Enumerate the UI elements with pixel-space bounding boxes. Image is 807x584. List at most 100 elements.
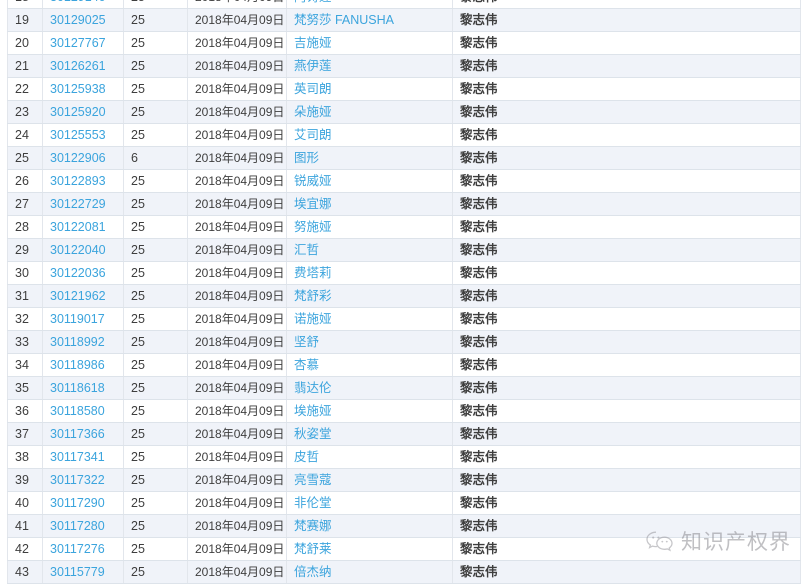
cell-registration-number[interactable]: 30125920	[42, 100, 124, 124]
table-row[interactable]: 34 30118986 25 2018年04月09日 杏慕 黎志伟	[7, 353, 801, 377]
table-row[interactable]: 40 30117290 25 2018年04月09日 非伦堂 黎志伟	[7, 491, 801, 515]
registration-number-link[interactable]: 30127767	[50, 36, 106, 50]
cell-registration-number[interactable]: 30115779	[42, 560, 124, 584]
cell-registration-number[interactable]: 30118580	[42, 399, 124, 423]
table-row[interactable]: 25 30122906 6 2018年04月09日 图形 黎志伟	[7, 146, 801, 170]
registration-number-link[interactable]: 30118992	[50, 335, 105, 349]
registration-number-link[interactable]: 30125920	[50, 105, 106, 119]
cell-trademark-name[interactable]: 吉施娅	[286, 31, 453, 55]
cell-registration-number[interactable]: 30117366	[42, 422, 124, 446]
cell-registration-number[interactable]: 30129025	[42, 8, 124, 32]
cell-registration-number[interactable]: 30125553	[42, 123, 124, 147]
registration-number-link[interactable]: 30117341	[50, 450, 105, 464]
cell-registration-number[interactable]: 30119017	[42, 307, 124, 331]
cell-registration-number[interactable]: 30118618	[42, 376, 124, 400]
cell-trademark-name[interactable]: 阿诗莲	[286, 0, 453, 9]
cell-trademark-name[interactable]: 亮雪蔻	[286, 468, 453, 492]
registration-number-link[interactable]: 30117366	[50, 427, 105, 441]
cell-trademark-name[interactable]: 坚舒	[286, 330, 453, 354]
cell-trademark-name[interactable]: 倍杰纳	[286, 560, 453, 584]
cell-trademark-name[interactable]: 诺施娅	[286, 307, 453, 331]
table-row[interactable]: 32 30119017 25 2018年04月09日 诺施娅 黎志伟	[7, 307, 801, 331]
registration-number-link[interactable]: 30117276	[50, 542, 105, 556]
cell-registration-number[interactable]: 30117341	[42, 445, 124, 469]
cell-registration-number[interactable]: 30118992	[42, 330, 124, 354]
cell-registration-number[interactable]: 30126261	[42, 54, 124, 78]
cell-trademark-name[interactable]: 梵努莎 FANUSHA	[286, 8, 453, 32]
registration-number-link[interactable]: 30125553	[50, 128, 106, 142]
cell-trademark-name[interactable]: 锐威娅	[286, 169, 453, 193]
table-row[interactable]: 41 30117280 25 2018年04月09日 梵赛娜 黎志伟	[7, 514, 801, 538]
cell-trademark-name[interactable]: 埃宜娜	[286, 192, 453, 216]
table-row[interactable]: 22 30125938 25 2018年04月09日 英司朗 黎志伟	[7, 77, 801, 101]
cell-trademark-name[interactable]: 汇哲	[286, 238, 453, 262]
cell-trademark-name[interactable]: 梵舒莱	[286, 537, 453, 561]
cell-registration-number[interactable]: 30121962	[42, 284, 124, 308]
cell-registration-number[interactable]: 30122040	[42, 238, 124, 262]
registration-number-link[interactable]: 30122036	[50, 266, 106, 280]
registration-number-link[interactable]: 30129025	[50, 13, 106, 27]
registration-number-link[interactable]: 30118618	[50, 381, 105, 395]
table-row[interactable]: 39 30117322 25 2018年04月09日 亮雪蔻 黎志伟	[7, 468, 801, 492]
table-row[interactable]: 37 30117366 25 2018年04月09日 秋姿堂 黎志伟	[7, 422, 801, 446]
cell-registration-number[interactable]: 30127767	[42, 31, 124, 55]
table-row[interactable]: 35 30118618 25 2018年04月09日 翡达伦 黎志伟	[7, 376, 801, 400]
cell-registration-number[interactable]: 30129140	[42, 0, 124, 9]
table-row[interactable]: 38 30117341 25 2018年04月09日 皮哲 黎志伟	[7, 445, 801, 469]
registration-number-link[interactable]: 30122893	[50, 174, 106, 188]
cell-trademark-name[interactable]: 梵赛娜	[286, 514, 453, 538]
table-row[interactable]: 26 30122893 25 2018年04月09日 锐威娅 黎志伟	[7, 169, 801, 193]
table-row[interactable]: 36 30118580 25 2018年04月09日 埃施娅 黎志伟	[7, 399, 801, 423]
registration-number-link[interactable]: 30119017	[50, 312, 105, 326]
registration-number-link[interactable]: 30126261	[50, 59, 106, 73]
cell-registration-number[interactable]: 30117322	[42, 468, 124, 492]
table-row[interactable]: 29 30122040 25 2018年04月09日 汇哲 黎志伟	[7, 238, 801, 262]
cell-trademark-name[interactable]: 杏慕	[286, 353, 453, 377]
registration-number-link[interactable]: 30117322	[50, 473, 105, 487]
registration-number-link[interactable]: 30115779	[50, 565, 105, 579]
cell-trademark-name[interactable]: 费塔莉	[286, 261, 453, 285]
cell-trademark-name[interactable]: 努施娅	[286, 215, 453, 239]
cell-trademark-name[interactable]: 非伦堂	[286, 491, 453, 515]
registration-number-link[interactable]: 30122040	[50, 243, 106, 257]
registration-number-link[interactable]: 30117290	[50, 496, 105, 510]
table-row[interactable]: 20 30127767 25 2018年04月09日 吉施娅 黎志伟	[7, 31, 801, 55]
cell-registration-number[interactable]: 30117290	[42, 491, 124, 515]
registration-number-link[interactable]: 30125938	[50, 82, 106, 96]
table-row[interactable]: 27 30122729 25 2018年04月09日 埃宜娜 黎志伟	[7, 192, 801, 216]
table-row[interactable]: 33 30118992 25 2018年04月09日 坚舒 黎志伟	[7, 330, 801, 354]
table-row[interactable]: 30 30122036 25 2018年04月09日 费塔莉 黎志伟	[7, 261, 801, 285]
table-row[interactable]: 19 30129025 25 2018年04月09日 梵努莎 FANUSHA 黎志伟	[7, 8, 801, 32]
registration-number-link[interactable]: 30122906	[50, 151, 106, 165]
cell-registration-number[interactable]: 30117280	[42, 514, 124, 538]
cell-registration-number[interactable]: 30122729	[42, 192, 124, 216]
registration-number-link[interactable]: 30117280	[50, 519, 105, 533]
table-row[interactable]: 24 30125553 25 2018年04月09日 艾司朗 黎志伟	[7, 123, 801, 147]
table-row[interactable]: 42 30117276 25 2018年04月09日 梵舒莱 黎志伟	[7, 537, 801, 561]
registration-number-link[interactable]: 30122081	[50, 220, 106, 234]
cell-trademark-name[interactable]: 翡达伦	[286, 376, 453, 400]
table-row[interactable]: 23 30125920 25 2018年04月09日 朵施娅 黎志伟	[7, 100, 801, 124]
table-row[interactable]: 28 30122081 25 2018年04月09日 努施娅 黎志伟	[7, 215, 801, 239]
table-row[interactable]: 18 30129140 252018年04月09日阿诗莲黎志伟	[7, 0, 801, 9]
cell-trademark-name[interactable]: 艾司朗	[286, 123, 453, 147]
registration-number-link[interactable]: 30122729	[50, 197, 106, 211]
registration-number-link[interactable]: 30129140	[50, 0, 106, 4]
registration-number-link[interactable]: 30118580	[50, 404, 105, 418]
cell-trademark-name[interactable]: 梵舒彩	[286, 284, 453, 308]
table-row[interactable]: 43 30115779 25 2018年04月09日 倍杰纳 黎志伟	[7, 560, 801, 584]
registration-number-link[interactable]: 30118986	[50, 358, 105, 372]
cell-registration-number[interactable]: 30122893	[42, 169, 124, 193]
cell-trademark-name[interactable]: 燕伊莲	[286, 54, 453, 78]
cell-trademark-name[interactable]: 秋姿堂	[286, 422, 453, 446]
table-row[interactable]: 31 30121962 25 2018年04月09日 梵舒彩 黎志伟	[7, 284, 801, 308]
cell-trademark-name[interactable]: 朵施娅	[286, 100, 453, 124]
cell-trademark-name[interactable]: 埃施娅	[286, 399, 453, 423]
table-row[interactable]: 21 30126261 25 2018年04月09日 燕伊莲 黎志伟	[7, 54, 801, 78]
cell-trademark-name[interactable]: 皮哲	[286, 445, 453, 469]
cell-registration-number[interactable]: 30122081	[42, 215, 124, 239]
cell-trademark-name[interactable]: 图形	[286, 146, 453, 170]
registration-number-link[interactable]: 30121962	[50, 289, 106, 303]
cell-registration-number[interactable]: 30125938	[42, 77, 124, 101]
cell-registration-number[interactable]: 30122906	[42, 146, 124, 170]
